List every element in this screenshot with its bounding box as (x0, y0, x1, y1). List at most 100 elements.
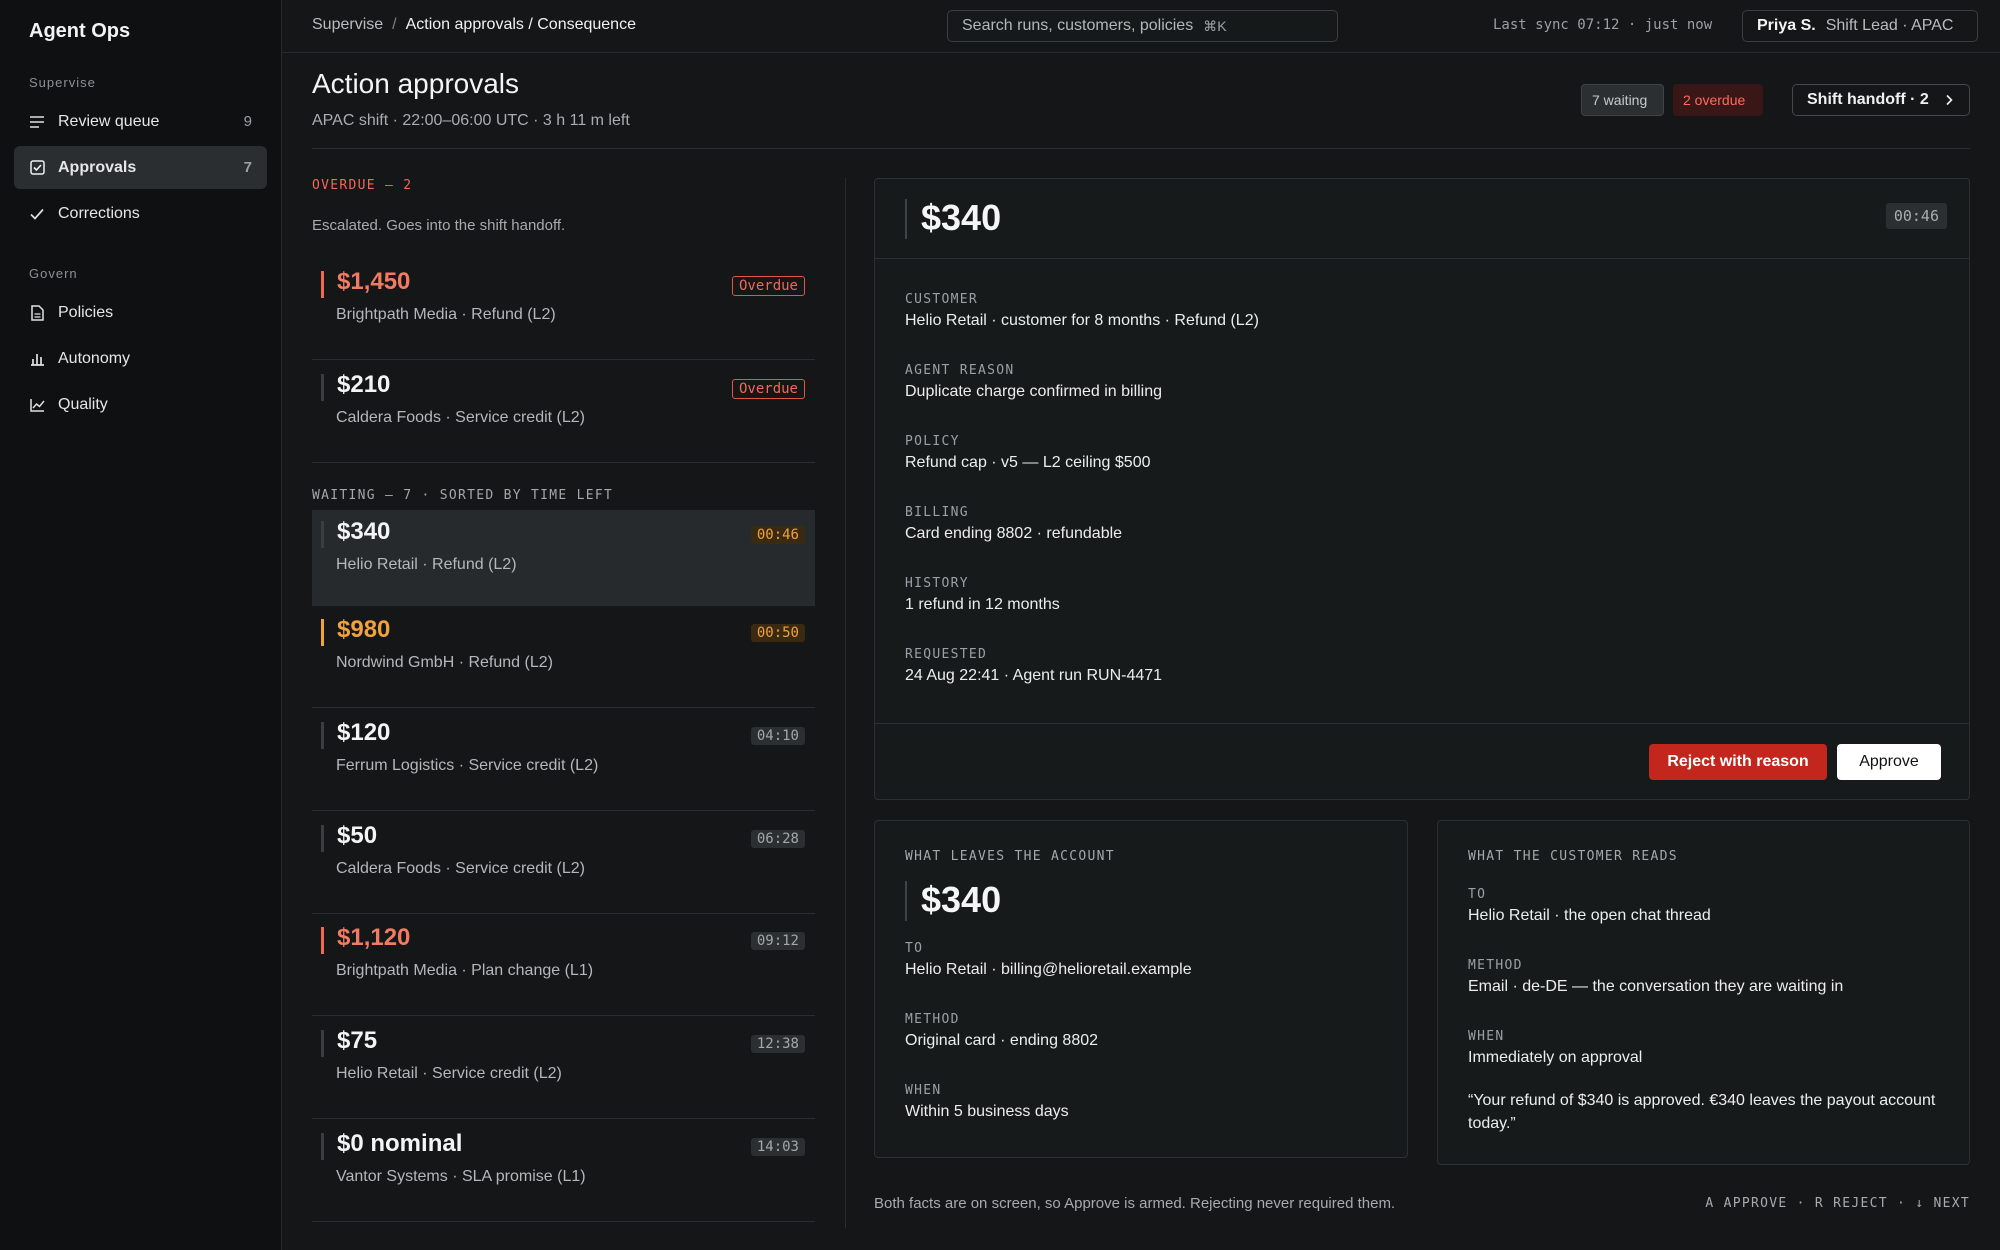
severity-marker (321, 619, 324, 646)
list-item[interactable]: $980 Nordwind GmbH · Refund (L2) 00:50 (312, 608, 815, 708)
field-value: 1 refund in 12 months (905, 596, 1060, 613)
severity-marker (321, 521, 324, 548)
time-left-badge: 14:03 (750, 1138, 805, 1156)
list-item[interactable]: $50 Caldera Foods · Service credit (L2) … (312, 814, 815, 914)
item-amount: $1,450 (337, 268, 411, 295)
sidebar-item-approvals[interactable]: Approvals 7 (14, 146, 267, 189)
sidebar-item-label: Approvals (58, 158, 137, 176)
severity-marker (321, 927, 324, 954)
detail-timer: 00:46 (1885, 203, 1947, 229)
sidebar-item-policies[interactable]: Policies (14, 291, 267, 334)
detail-footer-divider (875, 723, 1969, 724)
list-item[interactable]: $210 Caldera Foods · Service credit (L2)… (312, 363, 815, 463)
field-key: METHOD (905, 1012, 960, 1027)
customer-message-preview: “Your refund of $340 is approved. €340 l… (1468, 1092, 1936, 1132)
field-value: Helio Retail · billing@helioretail.examp… (905, 961, 1192, 978)
item-description: Helio Retail · Service credit (L2) (336, 1065, 562, 1082)
user-name: Priya S. (1757, 17, 1816, 34)
sidebar-item-review-queue[interactable]: Review queue 9 (14, 100, 267, 143)
field-value: Helio Retail · customer for 8 months · R… (905, 312, 1259, 329)
field-history: HISTORY 1 refund in 12 months (905, 576, 1060, 614)
reject-button[interactable]: Reject with reason (1649, 744, 1827, 780)
list-item[interactable]: $1,450 Brightpath Media · Refund (L2) Ov… (312, 260, 815, 360)
item-amount: $1,120 (337, 924, 411, 951)
field-to: TO Helio Retail · the open chat thread (1468, 887, 1711, 925)
amount-marker (905, 199, 907, 239)
sidebar-item-corrections[interactable]: Corrections (14, 192, 267, 235)
breadcrumb: Supervise / Action approvals / Consequence (312, 16, 636, 34)
field-key: CUSTOMER (905, 292, 979, 307)
sidebar-item-label: Autonomy (58, 349, 131, 367)
item-amount: $0 nominal (337, 1130, 463, 1157)
field-when: WHEN Within 5 business days (905, 1083, 1069, 1121)
time-left-badge: 04:10 (750, 727, 805, 745)
user-menu[interactable]: Priya S. Shift Lead · APAC (1742, 10, 1978, 42)
approval-detail-card: $340 00:46 CUSTOMER Helio Retail · custo… (874, 178, 1970, 800)
list-item[interactable]: $120 Ferrum Logistics · Service credit (… (312, 711, 815, 811)
field-key: METHOD (1468, 958, 1523, 973)
page-subtitle: APAC shift · 22:00–06:00 UTC · 3 h 11 m … (312, 112, 630, 129)
reads-section-label: WHAT THE CUSTOMER READS (1468, 849, 1678, 864)
field-key: AGENT REASON (905, 363, 1015, 378)
list-item[interactable]: $75 Helio Retail · Service credit (L2) 1… (312, 1019, 815, 1119)
field-to: TO Helio Retail · billing@helioretail.ex… (905, 941, 1192, 979)
line-chart-icon (29, 397, 45, 413)
time-left-badge: 09:12 (750, 932, 805, 950)
item-description: Ferrum Logistics · Service credit (L2) (336, 757, 599, 774)
field-key: POLICY (905, 434, 960, 449)
field-value: 24 Aug 22:41 · Agent run RUN-4471 (905, 667, 1163, 684)
field-value: Card ending 8802 · refundable (905, 525, 1123, 542)
field-value: Helio Retail · the open chat thread (1468, 907, 1711, 924)
field-agent-reason: AGENT REASON Duplicate charge confirmed … (905, 363, 1162, 401)
field-customer: CUSTOMER Helio Retail · customer for 8 m… (905, 292, 1259, 330)
search-shortcut: ⌘K (1203, 17, 1227, 34)
list-item[interactable]: $1,120 Brightpath Media · Plan change (L… (312, 916, 815, 1016)
sidebar-item-count: 9 (243, 113, 252, 130)
field-method: METHOD Original card · ending 8802 (905, 1012, 1098, 1050)
overdue-section-label: OVERDUE — 2 (312, 178, 413, 193)
severity-marker (321, 825, 324, 852)
breadcrumb-root[interactable]: Supervise (312, 16, 383, 33)
field-requested: REQUESTED 24 Aug 22:41 · Agent run RUN-4… (905, 647, 1162, 685)
sidebar-item-label: Corrections (58, 204, 140, 222)
item-amount: $340 (337, 518, 391, 545)
bar-chart-icon (29, 351, 45, 367)
shift-handoff-label: Shift handoff · 2 (1807, 91, 1929, 108)
list-icon (29, 114, 45, 130)
item-description: Helio Retail · Refund (L2) (336, 556, 517, 573)
sidebar-item-quality[interactable]: Quality (14, 383, 267, 426)
approve-button[interactable]: Approve (1837, 744, 1941, 780)
status-badge: Overdue (731, 276, 805, 296)
customer-message-card: WHAT THE CUSTOMER READS TO Helio Retail … (1437, 820, 1970, 1165)
item-description: Caldera Foods · Service credit (L2) (336, 860, 585, 877)
severity-marker (321, 1030, 324, 1057)
user-role: Shift Lead · APAC (1825, 17, 1954, 34)
list-item[interactable]: $0 nominal Vantor Systems · SLA promise … (312, 1122, 815, 1222)
brand-logo: Agent Ops (29, 20, 131, 42)
search-input[interactable]: Search runs, customers, policies ⌘K (947, 10, 1338, 42)
field-key: WHEN (905, 1083, 942, 1098)
item-amount: $50 (337, 822, 378, 849)
time-left-badge: 12:38 (750, 1035, 805, 1053)
shift-handoff-button[interactable]: Shift handoff · 2 (1792, 84, 1970, 116)
nav-section-govern: Govern (29, 266, 78, 281)
status-badge: Overdue (731, 379, 805, 399)
field-key: TO (1468, 887, 1487, 902)
checkbox-icon (29, 160, 45, 176)
sidebar-item-autonomy[interactable]: Autonomy (14, 337, 267, 380)
list-item-selected[interactable]: $340 Helio Retail · Refund (L2) 00:46 (312, 510, 815, 606)
nav-section-supervise: Supervise (29, 75, 96, 90)
waiting-badge: 7 waiting (1581, 84, 1664, 116)
item-amount: $120 (337, 719, 391, 746)
sidebar-item-label: Quality (58, 395, 108, 413)
field-policy: POLICY Refund cap · v5 — L2 ceiling $500 (905, 434, 1150, 472)
money-amount: $340 (921, 879, 1002, 920)
overdue-badge: 2 overdue (1673, 84, 1763, 116)
item-description: Brightpath Media · Refund (L2) (336, 306, 556, 323)
money-card: WHAT LEAVES THE ACCOUNT $340 TO Helio Re… (874, 820, 1408, 1158)
field-value: Duplicate charge confirmed in billing (905, 383, 1163, 400)
sidebar-item-label: Review queue (58, 112, 160, 130)
field-value: Refund cap · v5 — L2 ceiling $500 (905, 454, 1151, 471)
field-method: METHOD Email · de-DE — the conversation … (1468, 958, 1843, 996)
detail-amount: $340 (921, 197, 1002, 238)
